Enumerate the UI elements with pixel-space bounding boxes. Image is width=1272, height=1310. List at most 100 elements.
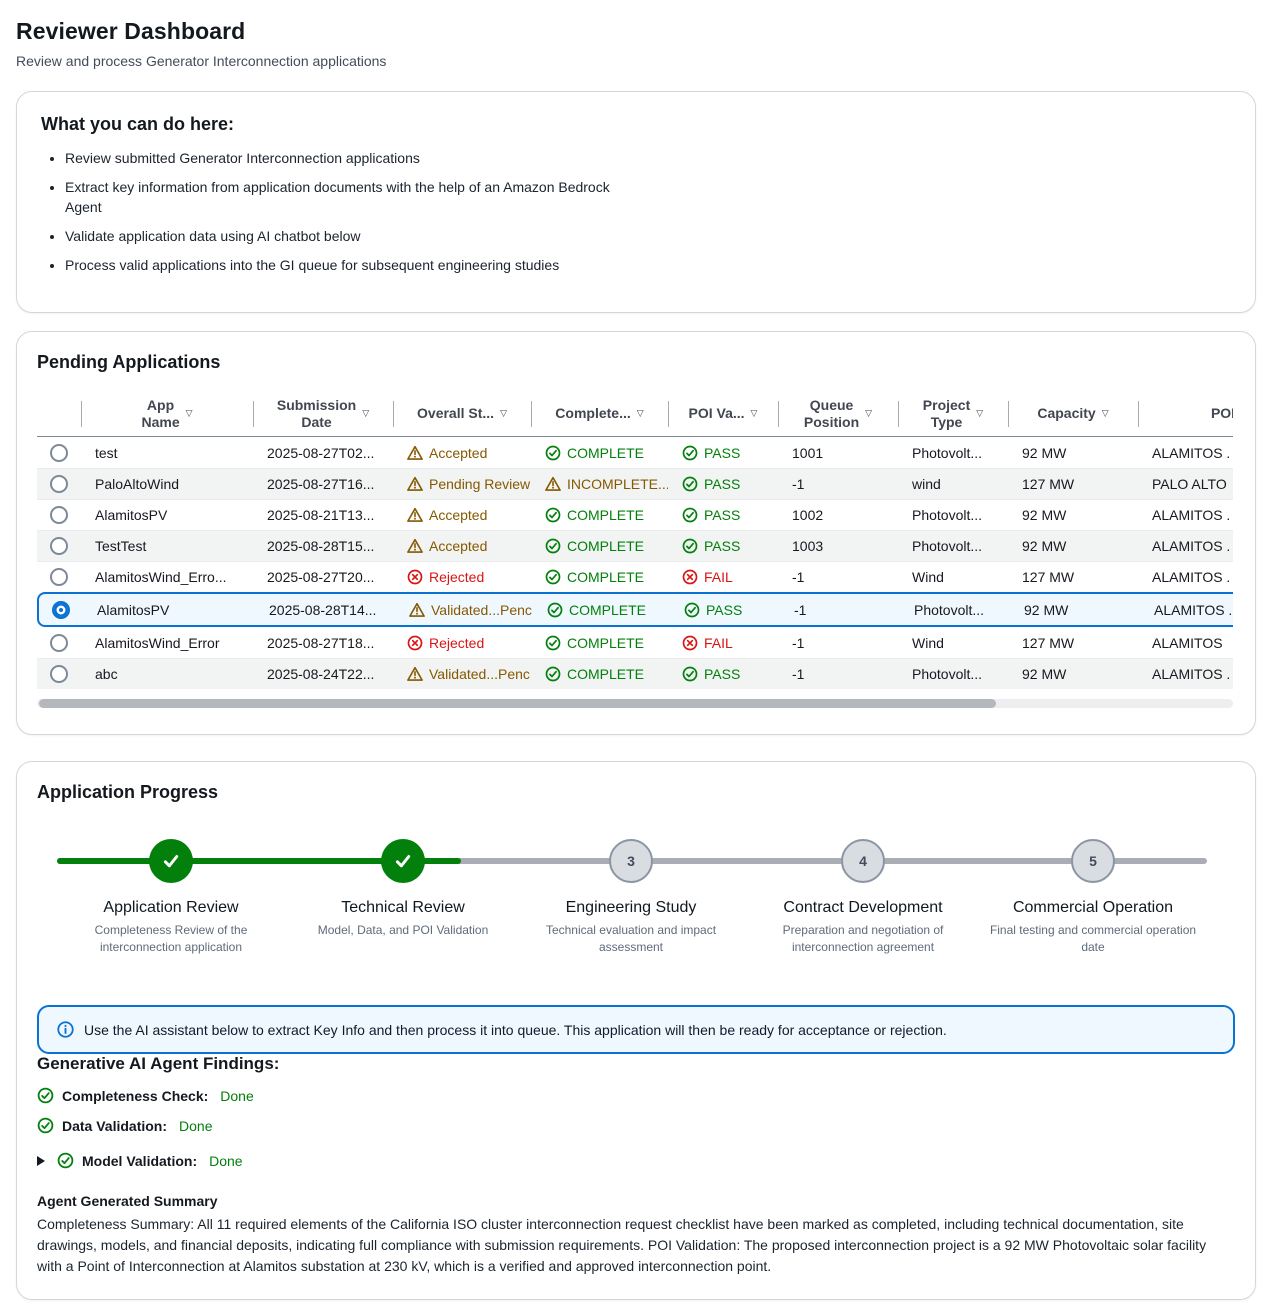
intro-card: What you can do here: Review submitted G… [16, 91, 1256, 313]
cell-app-name: test [81, 441, 253, 465]
cell-overall-status: Accepted [393, 534, 531, 558]
table-horizontal-scrollbar[interactable] [37, 699, 1233, 708]
column-header-label: Project Type [923, 397, 970, 431]
row-select-radio[interactable] [50, 537, 68, 555]
table-row[interactable]: PaloAltoWind2025-08-27T16... Pending Revi… [37, 468, 1233, 499]
step-circle-2 [381, 839, 425, 883]
status-text: COMPLETE [567, 569, 644, 585]
column-header-completeness[interactable]: Complete...▽ [531, 401, 668, 426]
cell-queue-position: 1001 [778, 441, 898, 465]
cell-app-name: TestTest [81, 534, 253, 558]
cell-project-type: Photovolt... [900, 598, 1010, 622]
table-row[interactable]: test2025-08-27T02...AcceptedCOMPLETEPASS… [37, 437, 1233, 468]
expand-triangle-icon[interactable] [37, 1156, 45, 1166]
success-check-icon [684, 602, 700, 618]
error-x-icon [682, 635, 698, 651]
cell-select [37, 440, 81, 466]
step-description: Preparation and negotiation of interconn… [748, 922, 978, 954]
cell-app-name: AlamitosWind_Erro... [81, 565, 253, 589]
step-number: 4 [859, 853, 867, 869]
column-header-select [37, 410, 81, 418]
cell-overall-status: Accepted [393, 503, 531, 527]
status-text: PASS [704, 445, 740, 461]
cell-poi-validation: PASS [670, 598, 780, 622]
cell-project-type: Photovolt... [898, 441, 1008, 465]
cell-select [37, 502, 81, 528]
table-scrollbar-thumb[interactable] [39, 699, 996, 708]
step-label: Application ReviewCompleteness Review of… [56, 899, 286, 954]
sort-caret-icon[interactable]: ▽ [976, 408, 983, 419]
cell-queue-position: -1 [778, 662, 898, 686]
cell-capacity: 92 MW [1008, 534, 1138, 558]
sort-caret-icon[interactable]: ▽ [500, 408, 507, 419]
cell-capacity: 92 MW [1010, 598, 1140, 622]
findings-list: Completeness Check:DoneData Validation:D… [37, 1087, 1235, 1169]
table-row[interactable]: AlamitosWind_Erro...2025-08-27T20...Reje… [37, 561, 1233, 592]
applications-table: App Name▽Submission Date▽Overall St...▽C… [37, 391, 1233, 689]
cell-poi: ALAMITOS . [1138, 565, 1233, 589]
column-header-queue_position[interactable]: Queue Position▽ [778, 393, 898, 435]
cell-select [37, 630, 81, 656]
sort-caret-icon[interactable]: ▽ [637, 408, 644, 419]
cell-poi-validation: PASS [668, 472, 778, 496]
cell-completeness: COMPLETE [531, 631, 668, 655]
row-select-radio[interactable] [50, 634, 68, 652]
column-header-submission_date[interactable]: Submission Date▽ [253, 393, 393, 435]
cell-submission-date: 2025-08-27T16... [253, 472, 393, 496]
error-x-icon [407, 569, 423, 585]
summary-text: Completeness Summary: All 11 required el… [37, 1214, 1227, 1276]
progress-stepper: 345 [37, 839, 1235, 883]
sort-caret-icon[interactable]: ▽ [751, 408, 758, 419]
table-row[interactable]: AlamitosPV2025-08-21T13...AcceptedCOMPLE… [37, 499, 1233, 530]
cell-overall-status: Validated...Penc [393, 662, 531, 686]
column-header-project_type[interactable]: Project Type ▽ [898, 393, 1008, 435]
column-header-poi_validation[interactable]: POI Va...▽ [668, 401, 778, 426]
success-check-icon [682, 476, 698, 492]
cell-app-name: PaloAltoWind [81, 472, 253, 496]
table-row[interactable]: abc2025-08-24T22...Validated...PencCOMPL… [37, 658, 1233, 689]
status-text: PASS [704, 507, 740, 523]
finding-label: Data Validation: [62, 1118, 167, 1134]
status-text: Pending Review [429, 476, 530, 492]
page-title: Reviewer Dashboard [16, 18, 1256, 45]
warning-triangle-icon [407, 476, 423, 492]
row-select-radio[interactable] [50, 444, 68, 462]
column-header-capacity[interactable]: Capacity▽ [1008, 401, 1138, 426]
sort-caret-icon[interactable]: ▽ [1102, 408, 1109, 419]
step-title: Contract Development [748, 899, 978, 917]
cell-project-type: Wind [898, 565, 1008, 589]
table-row[interactable]: AlamitosPV2025-08-28T14...Validated...Pe… [37, 592, 1233, 627]
cell-capacity: 92 MW [1008, 662, 1138, 686]
cell-queue-position: -1 [778, 631, 898, 655]
row-select-radio[interactable] [50, 506, 68, 524]
success-check-icon [682, 507, 698, 523]
step-label: Engineering StudyTechnical evaluation an… [516, 899, 746, 954]
cell-capacity: 127 MW [1008, 565, 1138, 589]
table-row[interactable]: AlamitosWind_Error2025-08-27T18...Reject… [37, 627, 1233, 658]
summary-heading: Agent Generated Summary [37, 1193, 1235, 1209]
table-row[interactable]: TestTest2025-08-28T15...AcceptedCOMPLETE… [37, 530, 1233, 561]
finding-item: Data Validation:Done [37, 1117, 1235, 1134]
column-header-label: App Name [141, 397, 179, 431]
cell-completeness: COMPLETE [531, 565, 668, 589]
warning-triangle-icon [407, 445, 423, 461]
cell-project-type: Wind [898, 631, 1008, 655]
cell-poi: ALAMITOS . [1138, 662, 1233, 686]
column-header-app_name[interactable]: App Name ▽ [81, 393, 253, 435]
row-select-radio[interactable] [50, 568, 68, 586]
sort-caret-icon[interactable]: ▽ [865, 408, 872, 419]
finding-item[interactable]: Model Validation:Done [37, 1152, 1235, 1169]
row-select-radio[interactable] [50, 475, 68, 493]
row-select-radio[interactable] [50, 665, 68, 683]
success-check-icon [57, 1152, 74, 1169]
status-text: Rejected [429, 569, 484, 585]
step-circle-4: 4 [841, 839, 885, 883]
step-description: Technical evaluation and impact assessme… [516, 922, 746, 954]
row-select-radio[interactable] [52, 601, 70, 619]
sort-caret-icon[interactable]: ▽ [362, 408, 369, 419]
step-circle-1 [149, 839, 193, 883]
sort-caret-icon[interactable]: ▽ [186, 408, 193, 419]
cell-poi-validation: FAIL [668, 565, 778, 589]
column-header-overall_status[interactable]: Overall St...▽ [393, 401, 531, 426]
intro-bullet-list: Review submitted Generator Interconnecti… [41, 149, 621, 275]
